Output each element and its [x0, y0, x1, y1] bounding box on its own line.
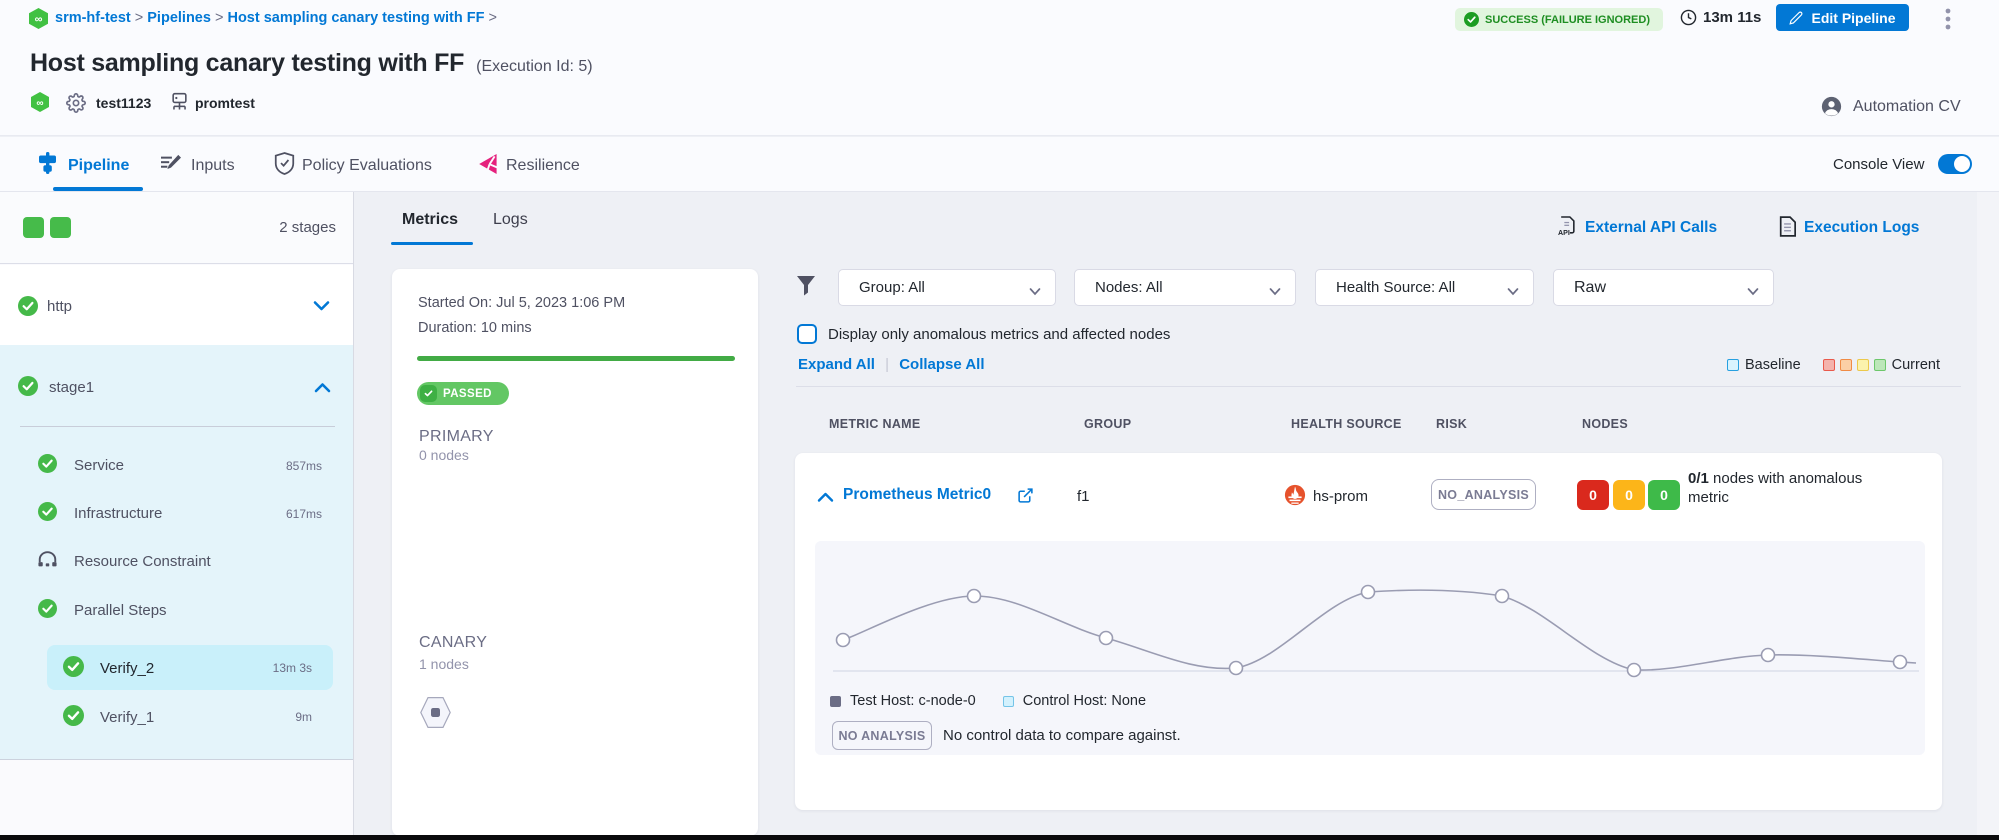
svg-text:∞: ∞ [36, 98, 43, 109]
svg-text:∞: ∞ [35, 14, 43, 26]
svg-text:API: API [1558, 229, 1570, 237]
